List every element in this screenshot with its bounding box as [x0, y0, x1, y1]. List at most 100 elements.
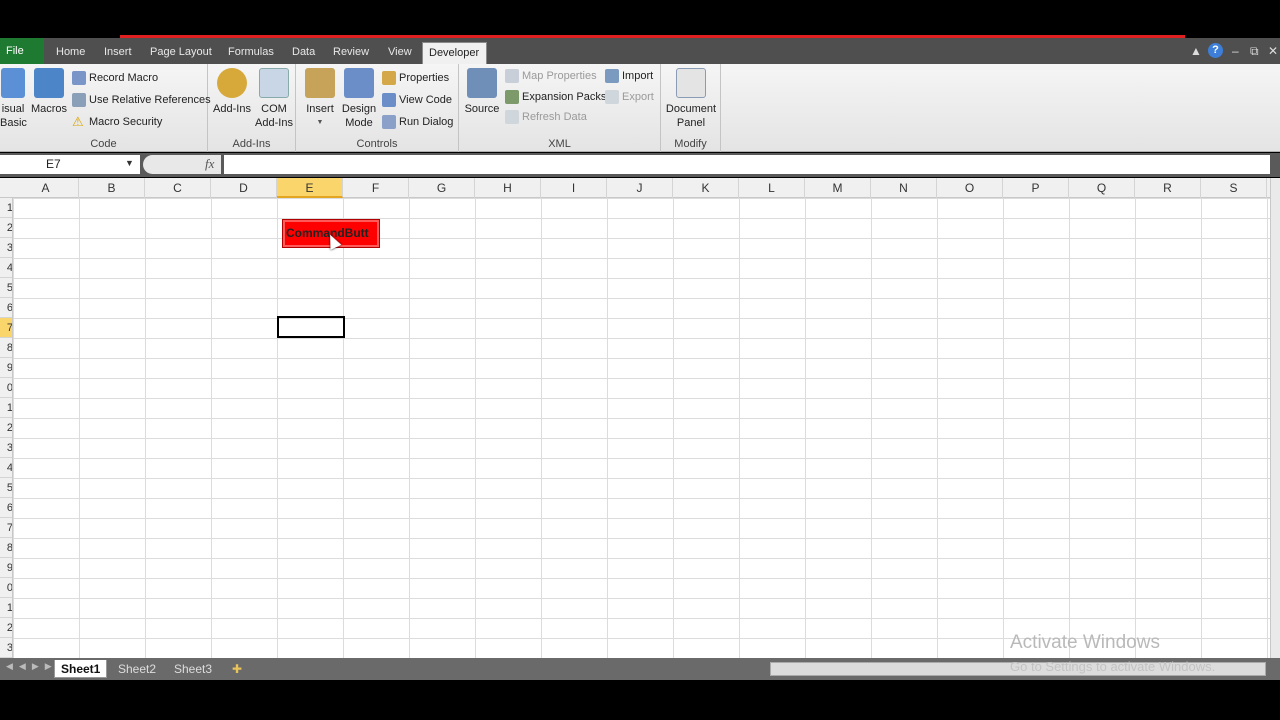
row-header[interactable]: 4	[0, 258, 12, 278]
row-header[interactable]: 2	[0, 218, 12, 238]
row-header[interactable]: 6	[0, 498, 12, 518]
column-header-L[interactable]: L	[739, 178, 805, 198]
tab-view[interactable]: View	[382, 42, 418, 64]
row-header[interactable]: 7	[0, 518, 12, 538]
column-header-E[interactable]: E	[277, 178, 343, 198]
row-header[interactable]: 0	[0, 578, 12, 598]
top-black-bar	[0, 0, 1280, 38]
minimize-icon[interactable]: –	[1232, 44, 1239, 58]
tab-sheet1[interactable]: Sheet1	[54, 660, 108, 678]
row-header[interactable]: 8	[0, 338, 12, 358]
modify-group: Document Panel Modify	[661, 64, 721, 152]
insert-sheet-icon[interactable]: ✚	[226, 660, 248, 678]
macros-button[interactable]: Macros	[30, 68, 68, 116]
gear-icon	[217, 68, 247, 98]
column-header-S[interactable]: S	[1201, 178, 1267, 198]
refresh-data-button[interactable]: Refresh Data	[505, 108, 587, 126]
vertical-scrollbar[interactable]	[1270, 178, 1280, 658]
record-macro-button[interactable]: Record Macro	[72, 69, 158, 87]
properties-button[interactable]: Properties	[382, 69, 449, 87]
row-header[interactable]: 1	[0, 198, 12, 218]
tab-review[interactable]: Review	[327, 42, 375, 64]
column-header-B[interactable]: B	[79, 178, 145, 198]
column-header-G[interactable]: G	[409, 178, 475, 198]
column-header-C[interactable]: C	[145, 178, 211, 198]
row-header[interactable]: 4	[0, 458, 12, 478]
column-header-R[interactable]: R	[1135, 178, 1201, 198]
map-properties-label: Map Properties	[522, 70, 597, 82]
column-header-D[interactable]: D	[211, 178, 277, 198]
sheet-nav-arrows-icon[interactable]: ◀◀▶▶	[6, 661, 58, 672]
column-header-Q[interactable]: Q	[1069, 178, 1135, 198]
ribbon-collapse-icon[interactable]: ▲	[1190, 44, 1202, 58]
design-mode-icon	[344, 68, 374, 98]
column-header-O[interactable]: O	[937, 178, 1003, 198]
row-header[interactable]: 8	[0, 538, 12, 558]
column-header-K[interactable]: K	[673, 178, 739, 198]
add-ins-button[interactable]: Add-Ins	[212, 68, 252, 116]
visual-basic-label-2: Basic	[0, 117, 27, 129]
name-box[interactable]: E7	[0, 155, 140, 174]
tab-developer[interactable]: Developer	[422, 42, 487, 64]
row-header[interactable]: 0	[0, 378, 12, 398]
help-icon[interactable]: ?	[1208, 43, 1223, 58]
formula-input[interactable]	[224, 155, 1270, 174]
export-button[interactable]: Export	[605, 88, 654, 106]
column-header-M[interactable]: M	[805, 178, 871, 198]
document-panel-button[interactable]: Document Panel	[663, 68, 719, 130]
tab-data[interactable]: Data	[286, 42, 321, 64]
column-header-N[interactable]: N	[871, 178, 937, 198]
chevron-down-icon[interactable]: ▼	[125, 158, 134, 168]
row-header[interactable]: 2	[0, 418, 12, 438]
tab-home[interactable]: Home	[50, 42, 91, 64]
row-header[interactable]: 7	[0, 318, 12, 338]
use-relative-references-button[interactable]: Use Relative References	[72, 91, 211, 109]
column-header-J[interactable]: J	[607, 178, 673, 198]
worksheet-grid[interactable]	[0, 198, 1270, 658]
activate-windows-title: Activate Windows	[1010, 632, 1160, 653]
addins-group: Add-Ins COM Add-Ins Add-Ins	[208, 64, 296, 152]
chevron-down-icon: ▼	[316, 119, 324, 126]
source-button[interactable]: Source	[463, 68, 501, 116]
tab-page-layout[interactable]: Page Layout	[144, 42, 218, 64]
column-header-H[interactable]: H	[475, 178, 541, 198]
com-add-ins-button[interactable]: COM Add-Ins	[254, 68, 294, 130]
macros-icon	[34, 68, 64, 98]
selected-cell[interactable]	[277, 316, 345, 338]
column-header-F[interactable]: F	[343, 178, 409, 198]
design-mode-button[interactable]: Design Mode	[340, 68, 378, 130]
row-header[interactable]: 6	[0, 298, 12, 318]
row-header[interactable]: 5	[0, 278, 12, 298]
expansion-packs-button[interactable]: Expansion Packs	[505, 88, 606, 106]
row-header[interactable]: 3	[0, 438, 12, 458]
expansion-packs-label: Expansion Packs	[522, 91, 607, 103]
row-header[interactable]: 1	[0, 598, 12, 618]
row-header[interactable]: 2	[0, 618, 12, 638]
row-header[interactable]: 9	[0, 358, 12, 378]
restore-icon[interactable]: ⧉	[1250, 44, 1259, 59]
close-icon[interactable]: ✕	[1268, 44, 1278, 58]
tab-sheet3[interactable]: Sheet3	[168, 660, 218, 678]
import-button[interactable]: Import	[605, 67, 653, 85]
view-code-button[interactable]: View Code	[382, 91, 452, 109]
insert-control-button[interactable]: Insert ▼	[300, 68, 340, 130]
map-properties-button[interactable]: Map Properties	[505, 67, 597, 85]
column-header-I[interactable]: I	[541, 178, 607, 198]
insert-function-icon[interactable]: fx	[205, 156, 214, 172]
run-dialog-button[interactable]: Run Dialog	[382, 113, 453, 131]
code-group-label: Code	[90, 138, 117, 150]
properties-label: Properties	[399, 72, 450, 84]
tab-file[interactable]: File	[0, 38, 44, 64]
tab-insert[interactable]: Insert	[98, 42, 138, 64]
macro-security-button[interactable]: ⚠ Macro Security	[72, 113, 162, 131]
column-header-A[interactable]: A	[13, 178, 79, 198]
tab-sheet2[interactable]: Sheet2	[112, 660, 162, 678]
row-header[interactable]: 5	[0, 478, 12, 498]
row-header[interactable]: 1	[0, 398, 12, 418]
row-header[interactable]: 3	[0, 638, 12, 658]
visual-basic-button[interactable]: isual Basic	[0, 68, 27, 130]
row-header[interactable]: 9	[0, 558, 12, 578]
column-header-P[interactable]: P	[1003, 178, 1069, 198]
tab-formulas[interactable]: Formulas	[222, 42, 280, 64]
row-header[interactable]: 3	[0, 238, 12, 258]
